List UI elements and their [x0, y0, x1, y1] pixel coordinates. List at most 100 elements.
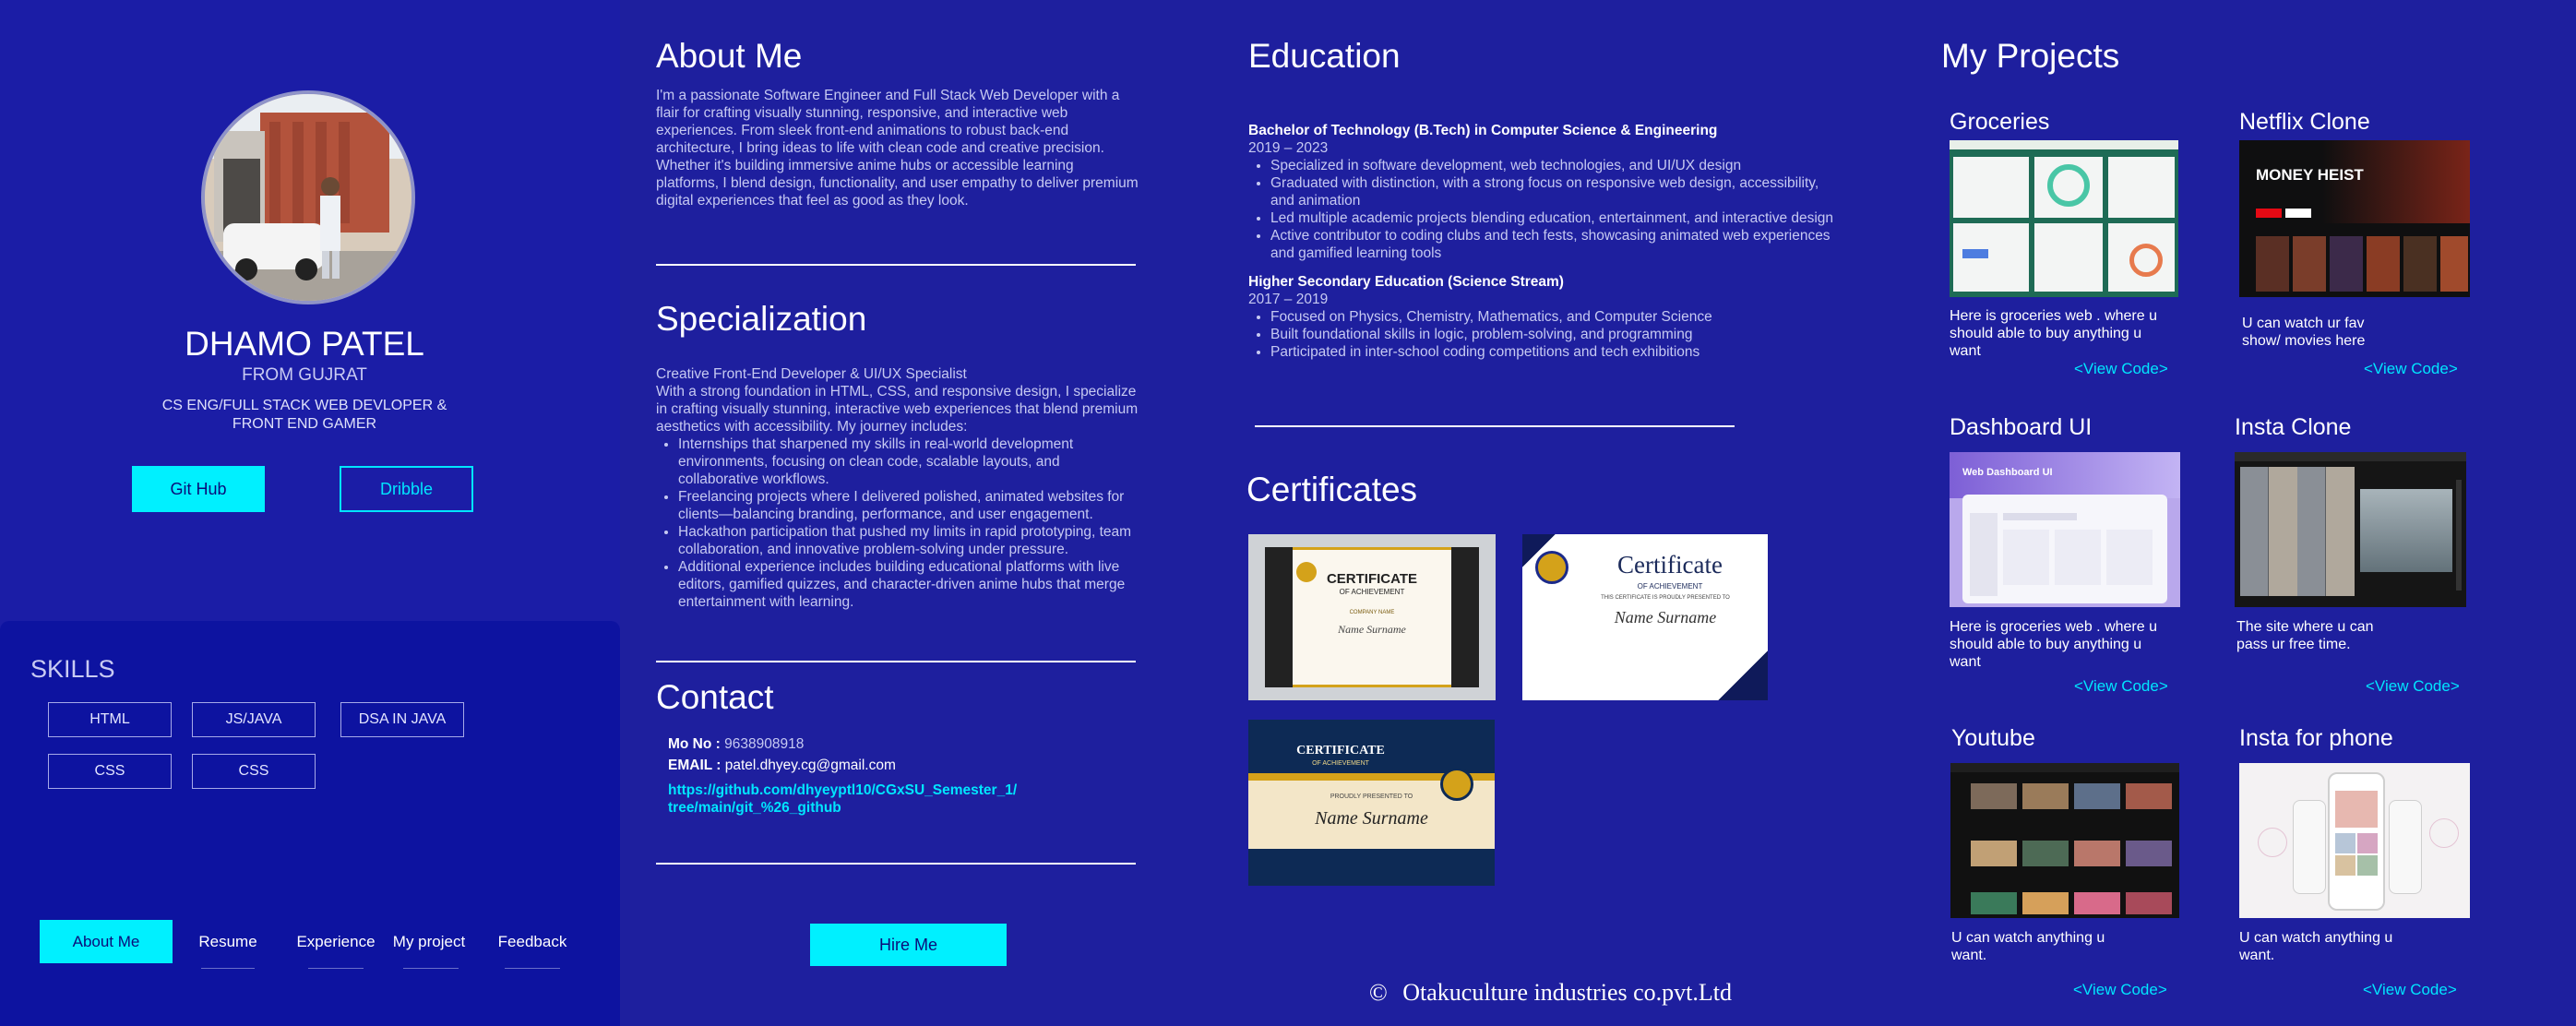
divider: [656, 264, 1136, 266]
specialization-list: Internships that sharpened my skills in …: [656, 435, 1140, 611]
certificate-sub: OF ACHIEVEMENT: [1312, 760, 1369, 767]
avatar-photo-icon: [205, 94, 411, 301]
certificate-tag: PROUDLY PRESENTED TO: [1330, 793, 1413, 800]
project-description: The site where u can pass ur free time.: [2236, 619, 2374, 652]
view-code-link[interactable]: <View Code>: [2074, 360, 2168, 378]
copyright-icon: ©: [1369, 979, 1388, 1006]
certificate-card[interactable]: CERTIFICATE OF ACHIEVEMENT COMPANY NAME …: [1248, 534, 1496, 700]
divider: [656, 661, 1136, 662]
project-thumbnail[interactable]: [1950, 140, 2178, 297]
view-code-link[interactable]: <View Code>: [2366, 677, 2460, 696]
project-title: Netflix Clone: [2239, 109, 2370, 135]
project-thumbnail[interactable]: [2235, 452, 2466, 607]
certificate-sub: OF ACHIEVEMENT: [1339, 588, 1405, 596]
skills-title: SKILLS: [30, 655, 115, 683]
github-link-line1[interactable]: https://github.com/dhyeyptl10/CGxSU_Seme…: [668, 781, 1017, 799]
view-code-link[interactable]: <View Code>: [2074, 677, 2168, 696]
phone-value: 9638908918: [724, 736, 805, 752]
nav-resume[interactable]: Resume: [187, 933, 268, 951]
list-item: Focused on Physics, Chemistry, Mathemati…: [1270, 308, 1839, 326]
degree-title: Bachelor of Technology (B.Tech) in Compu…: [1248, 123, 1718, 138]
profile-location: FROM GUJRAT: [242, 365, 367, 385]
view-code-link[interactable]: <View Code>: [2363, 981, 2457, 999]
view-code-link[interactable]: <View Code>: [2364, 360, 2458, 378]
contact-email: EMAIL : patel.dhyey.cg@gmail.com: [668, 758, 896, 774]
list-item: Led multiple academic projects blending …: [1270, 209, 1839, 227]
project-description: U can watch anything u want.: [1951, 930, 2105, 963]
dribble-button[interactable]: Dribble: [340, 466, 473, 512]
education-title: Education: [1248, 37, 1401, 75]
project-thumbnail[interactable]: MONEY HEIST: [2239, 140, 2470, 297]
certificate-heading: CERTIFICATE: [1296, 744, 1385, 758]
list-item: Freelancing projects where I delivered p…: [678, 488, 1140, 523]
list-item: Active contributor to coding clubs and t…: [1270, 227, 1839, 262]
skill-chip: CSS: [192, 754, 316, 789]
footer-company: Otakuculture industries co.pvt.Ltd: [1402, 979, 1732, 1006]
skill-chip: DSA IN JAVA: [340, 702, 464, 737]
nav-about-me[interactable]: About Me: [40, 920, 173, 963]
project-description: Here is groceries web . where u should a…: [1950, 308, 2157, 359]
project-title: Groceries: [1950, 109, 2050, 135]
degree-bullets: Focused on Physics, Chemistry, Mathemati…: [1248, 308, 1839, 361]
certificate-sub: OF ACHIEVEMENT: [1637, 582, 1703, 591]
seal-icon: [1535, 551, 1568, 584]
degree-years: 2019 – 2023: [1248, 140, 1329, 156]
nav-underline: [201, 968, 255, 969]
view-code-link[interactable]: <View Code>: [2073, 981, 2167, 999]
github-link[interactable]: https://github.com/dhyeyptl10/CGxSU_Seme…: [668, 781, 1017, 817]
github-button[interactable]: Git Hub: [132, 466, 265, 512]
profile-role-line1: CS ENG/FULL STACK WEB DEVLOPER &: [161, 398, 447, 413]
about-title: About Me: [656, 37, 803, 75]
certificate-tag: COMPANY NAME: [1349, 610, 1395, 615]
project-description: U can watch ur fav show/ movies here: [2242, 316, 2366, 349]
dashboard-thumb-title: Web Dashboard UI: [1962, 467, 2053, 478]
degree-years: 2017 – 2019: [1248, 292, 1329, 307]
list-item: Graduated with distinction, with a stron…: [1270, 174, 1839, 209]
profile-role: CS ENG/FULL STACK WEB DEVLOPER & FRONT E…: [148, 397, 461, 434]
degree-title: Higher Secondary Education (Science Stre…: [1248, 274, 1564, 290]
specialization-body: Creative Front-End Developer & UI/UX Spe…: [656, 365, 1140, 611]
nav-my-project[interactable]: My project: [385, 933, 473, 951]
footer-copyright: © Otakuculture industries co.pvt.Ltd: [1369, 979, 1732, 1007]
certificate-card[interactable]: CERTIFICATE OF ACHIEVEMENT PROUDLY PRESE…: [1248, 720, 1495, 886]
project-title: Youtube: [1951, 725, 2035, 751]
certificate-card[interactable]: Certificate OF ACHIEVEMENT THIS CERTIFIC…: [1522, 534, 1768, 700]
project-thumbnail[interactable]: Web Dashboard UI: [1950, 452, 2180, 607]
list-item: Additional experience includes building …: [678, 558, 1140, 611]
phone-label: Mo No :: [668, 736, 721, 752]
list-item: Participated in inter-school coding comp…: [1270, 343, 1839, 361]
about-text: I'm a passionate Software Engineer and F…: [656, 88, 1139, 209]
email-value[interactable]: patel.dhyey.cg@gmail.com: [725, 758, 896, 773]
nav-experience[interactable]: Experience: [290, 933, 382, 951]
contact-title: Contact: [656, 678, 774, 716]
project-title: Insta Clone: [2235, 414, 2352, 440]
list-item: Specialized in software development, web…: [1270, 157, 1839, 174]
nav-underline: [505, 968, 560, 969]
project-title: Dashboard UI: [1950, 414, 2093, 440]
skill-chip: HTML: [48, 702, 172, 737]
contact-phone: Mo No : 9638908918: [668, 736, 804, 753]
email-label: EMAIL :: [668, 758, 722, 773]
specialization-title: Specialization: [656, 300, 867, 338]
specialization-intro: With a strong foundation in HTML, CSS, a…: [656, 384, 1139, 435]
skill-chip: JS/JAVA: [192, 702, 316, 737]
project-thumbnail[interactable]: [2239, 763, 2470, 918]
profile-name: DHAMO PATEL: [185, 325, 424, 363]
profile-avatar: [201, 90, 415, 304]
certificate-tag: THIS CERTIFICATE IS PROUDLY PRESENTED TO: [1601, 595, 1730, 601]
project-description: U can watch anything u want.: [2239, 930, 2393, 963]
certificate-name: Name Surname: [1614, 608, 1717, 626]
list-item: Internships that sharpened my skills in …: [678, 435, 1140, 488]
project-thumbnail[interactable]: [1950, 763, 2179, 918]
netflix-thumb-title: MONEY HEIST: [2256, 166, 2364, 184]
project-title: Insta for phone: [2239, 725, 2393, 751]
education-list: Bachelor of Technology (B.Tech) in Compu…: [1248, 122, 1839, 361]
list-item: Hackathon participation that pushed my l…: [678, 523, 1140, 558]
hire-me-button[interactable]: Hire Me: [810, 924, 1007, 966]
certificate-heading: Certificate: [1617, 551, 1723, 579]
certificates-title: Certificates: [1246, 471, 1418, 508]
nav-feedback[interactable]: Feedback: [489, 933, 576, 951]
divider: [1255, 425, 1735, 427]
github-link-line2[interactable]: tree/main/git_%26_github: [668, 799, 1017, 817]
certificate-name: Name Surname: [1338, 623, 1406, 636]
